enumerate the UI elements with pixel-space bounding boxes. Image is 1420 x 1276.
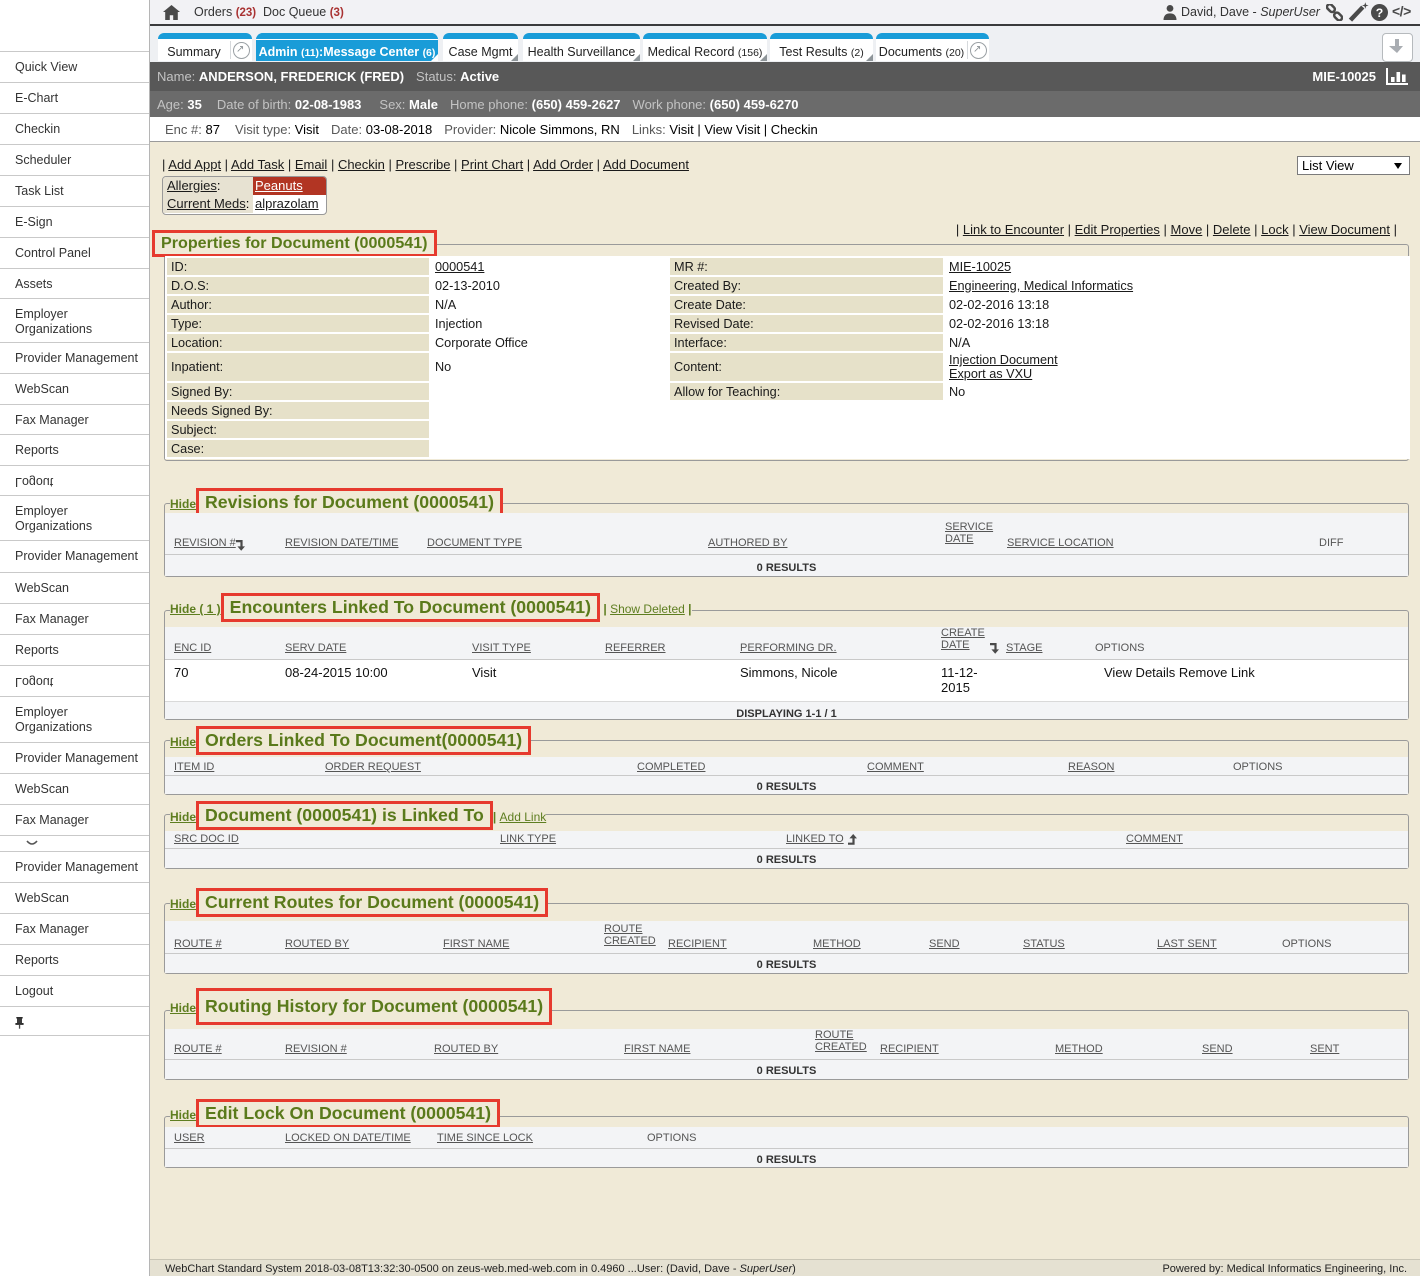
svg-text:?: ? xyxy=(1376,5,1384,19)
